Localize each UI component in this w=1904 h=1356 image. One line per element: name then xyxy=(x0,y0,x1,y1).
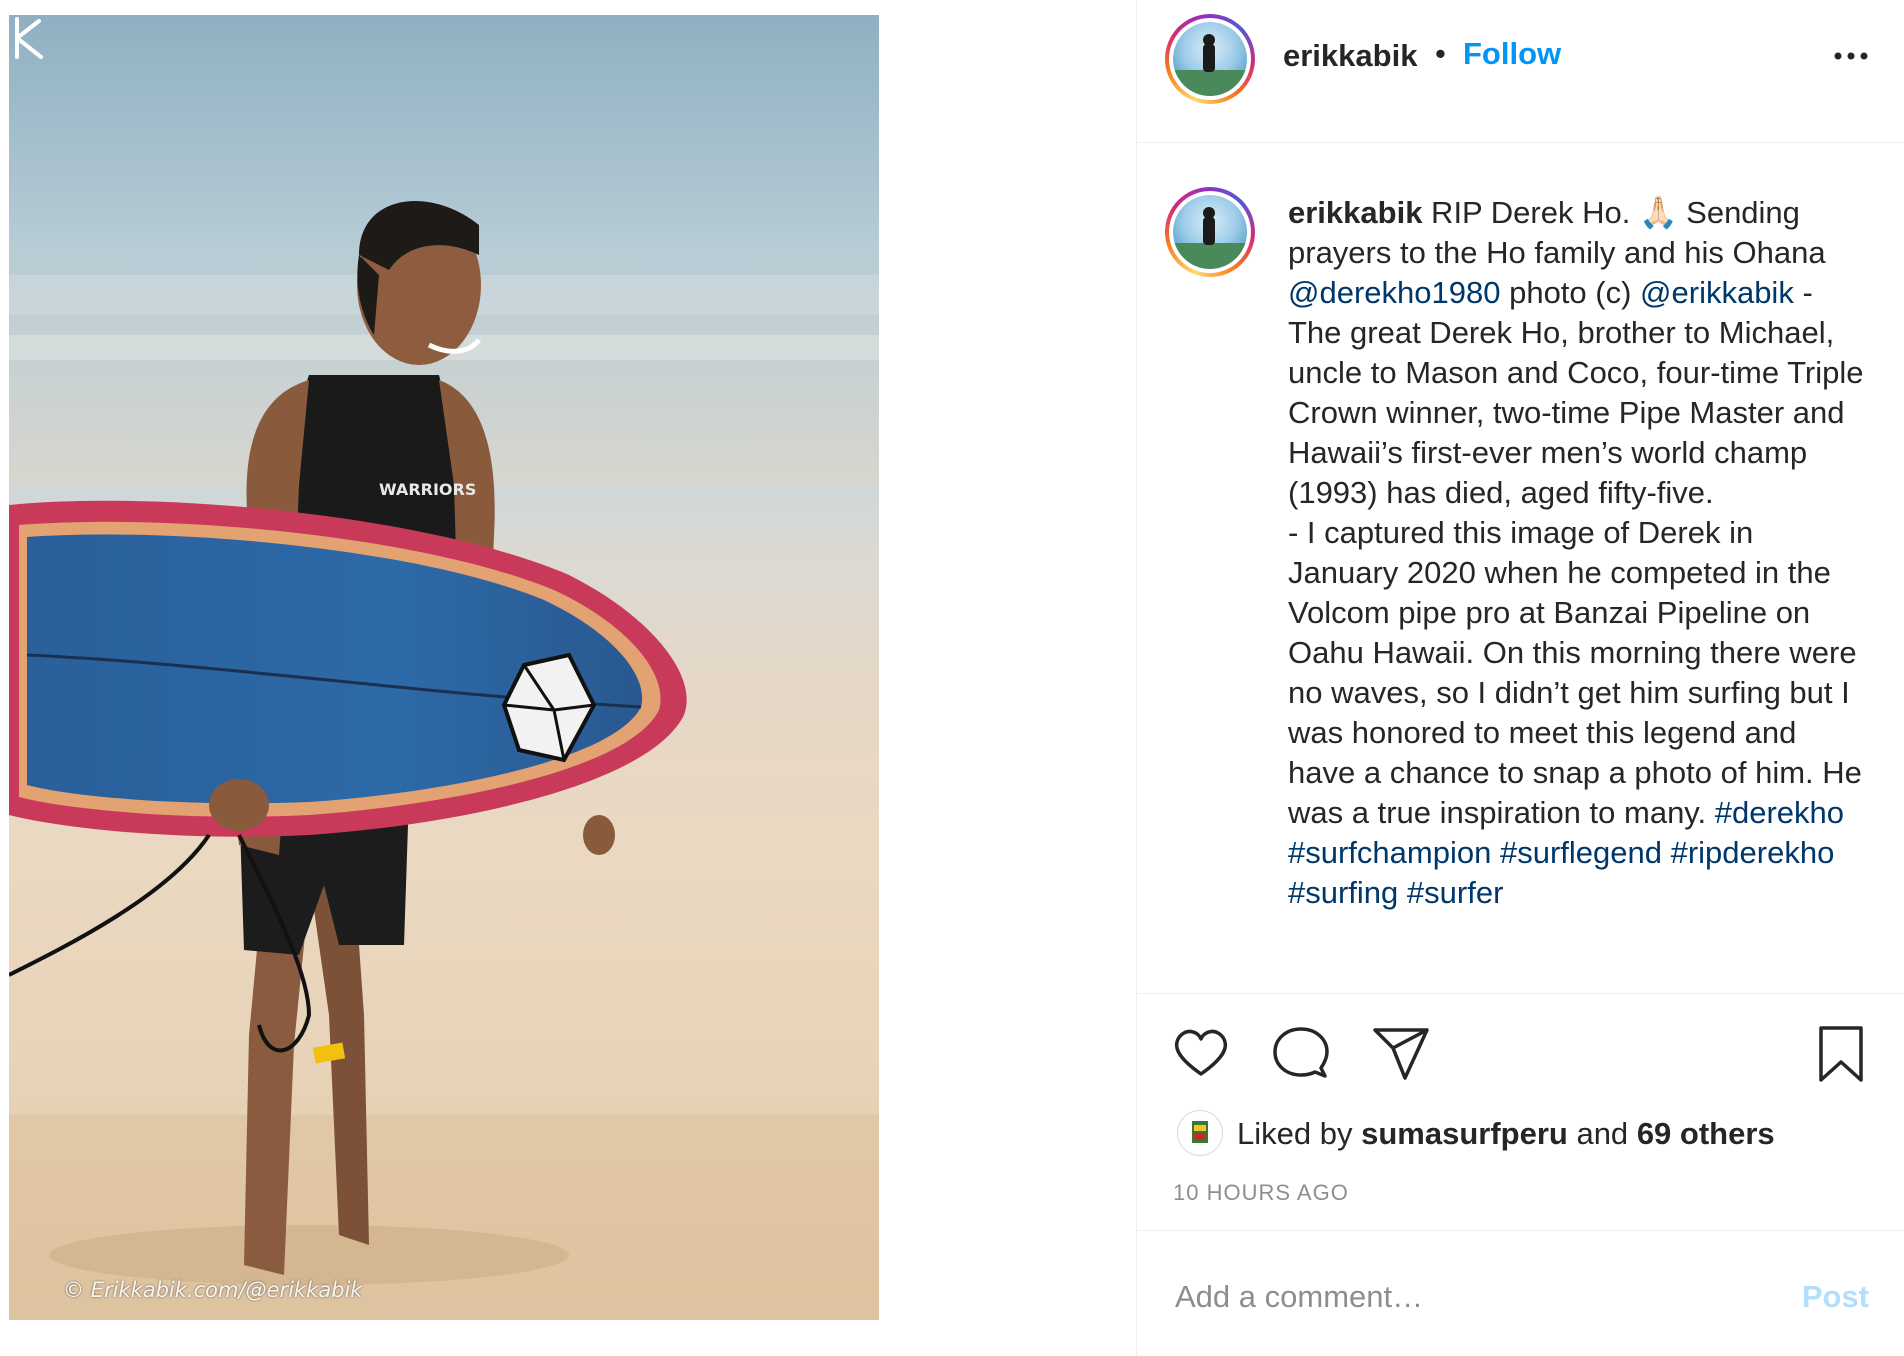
comment-bar: Post xyxy=(1137,1230,1904,1356)
photo-watermark: © Erikkabik.com/@erikkabik xyxy=(63,1278,363,1302)
hashtag-link[interactable]: #surfing xyxy=(1288,875,1398,910)
header-separator: • xyxy=(1435,36,1446,71)
post-timestamp[interactable]: 10 HOURS AGO xyxy=(1173,1180,1349,1206)
share-icon[interactable] xyxy=(1371,1024,1431,1084)
post-photo[interactable]: WARRIORS © Erikkabik.com/@erikkabik xyxy=(9,15,879,1320)
liked-by-text: Liked by sumasurfperu and 69 others xyxy=(1237,1116,1775,1152)
avatar[interactable] xyxy=(1173,22,1247,96)
photo-pane: WARRIORS © Erikkabik.com/@erikkabik xyxy=(0,0,1136,1356)
header-avatar-ring[interactable] xyxy=(1165,14,1255,104)
liked-by-and: and xyxy=(1576,1116,1629,1151)
liker-username-link[interactable]: sumasurfperu xyxy=(1361,1116,1568,1151)
wetsuit-logo: WARRIORS xyxy=(379,480,476,499)
caption-username-link[interactable]: erikkabik xyxy=(1288,195,1422,230)
post-actions xyxy=(1137,994,1904,1082)
caption-text: photo (c) xyxy=(1500,275,1641,310)
photographer-logo-icon xyxy=(15,17,43,59)
liked-by-prefix: Liked by xyxy=(1237,1116,1353,1151)
avatar-image-icon xyxy=(1173,207,1247,269)
comment-icon[interactable] xyxy=(1271,1024,1331,1084)
avatar[interactable] xyxy=(1173,195,1247,269)
hashtag-link[interactable]: #ripderekho xyxy=(1671,835,1835,870)
post-caption: erikkabik RIP Derek Ho. 🙏🏻 Sending praye… xyxy=(1288,193,1868,913)
more-options-icon[interactable] xyxy=(1833,44,1869,68)
avatar-image-icon xyxy=(1173,34,1247,96)
caption-avatar-ring[interactable] xyxy=(1165,187,1255,277)
caption-text: - I captured this image of Derek in Janu… xyxy=(1288,515,1862,830)
caption-paragraph-2: - I captured this image of Derek in Janu… xyxy=(1288,513,1868,913)
hashtag-link[interactable]: #surfer xyxy=(1407,875,1503,910)
post-side-panel: erikkabik • Follow erikkabik RIP Derek H… xyxy=(1136,0,1904,1356)
bookmark-icon[interactable] xyxy=(1811,1024,1871,1084)
caption-text: - The great Derek Ho, brother to Michael… xyxy=(1288,275,1864,510)
header-username-link[interactable]: erikkabik xyxy=(1283,38,1417,74)
post-header: erikkabik • Follow xyxy=(1137,0,1904,143)
liker-avatar[interactable] xyxy=(1177,1110,1223,1156)
instagram-post-page: WARRIORS © Erikkabik.com/@erikkabik erik… xyxy=(0,0,1904,1356)
likes-others-link[interactable]: 69 others xyxy=(1637,1116,1775,1151)
liked-by-row: Liked by sumasurfperu and 69 others xyxy=(1177,1110,1877,1158)
liker-logo-icon xyxy=(1192,1121,1208,1143)
comment-input[interactable] xyxy=(1173,1271,1757,1323)
mention-link[interactable]: @erikkabik xyxy=(1640,275,1794,310)
surfer-illustration: WARRIORS xyxy=(9,15,879,1320)
hashtag-link[interactable]: #surfchampion xyxy=(1288,835,1491,870)
heart-icon[interactable] xyxy=(1171,1024,1231,1084)
hashtag-link[interactable]: #surflegend xyxy=(1500,835,1662,870)
hashtag-link[interactable]: #derekho xyxy=(1715,795,1844,830)
post-comment-button[interactable]: Post xyxy=(1802,1279,1869,1315)
follow-button[interactable]: Follow xyxy=(1463,36,1561,72)
caption-area: erikkabik RIP Derek Ho. 🙏🏻 Sending praye… xyxy=(1137,143,1904,994)
mention-link[interactable]: @derekho1980 xyxy=(1288,275,1500,310)
